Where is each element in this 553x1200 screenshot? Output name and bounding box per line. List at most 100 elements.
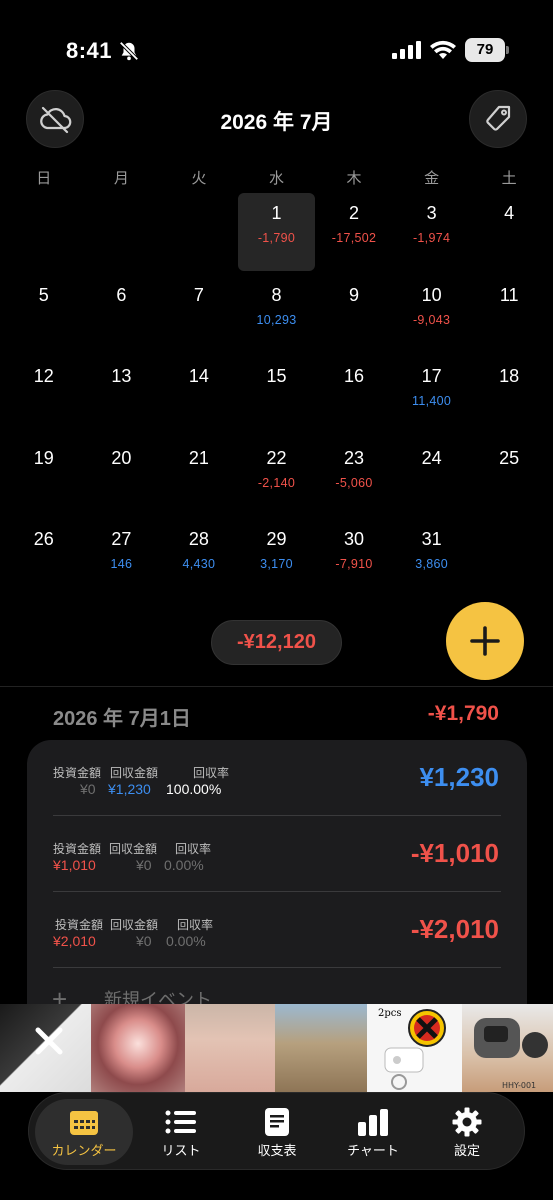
calendar-day-10[interactable]: 10 -9,043 xyxy=(393,274,471,356)
calendar-day-29[interactable]: 29 3,170 xyxy=(238,518,316,600)
ad-image-2[interactable] xyxy=(91,1004,185,1092)
calendar-day-7[interactable]: 7 xyxy=(160,274,238,356)
calendar-day-12[interactable]: 12 xyxy=(5,355,83,437)
calendar-day-1[interactable]: 1 -1,790 xyxy=(237,192,316,274)
calendar-day-20[interactable]: 20 xyxy=(83,437,161,519)
tab-statement[interactable]: 収支表 xyxy=(228,1099,326,1165)
calendar-day-14[interactable]: 14 xyxy=(160,355,238,437)
add-record-button[interactable] xyxy=(446,602,524,680)
day-amount: 3,860 xyxy=(415,557,448,571)
document-icon xyxy=(265,1108,289,1136)
day-amount: -17,502 xyxy=(331,231,377,245)
tab-settings-label: 設定 xyxy=(453,1143,480,1158)
calendar-empty-cell xyxy=(83,192,161,274)
tab-list[interactable]: リスト xyxy=(132,1099,230,1165)
tag-button[interactable] xyxy=(469,90,527,148)
invest-label: 投資金額 xyxy=(53,842,102,856)
calendar-day-3[interactable]: 3 -1,974 xyxy=(393,192,471,274)
calendar-icon xyxy=(70,1111,98,1135)
return-label: 回収金額 xyxy=(109,842,158,856)
ad-image-3[interactable] xyxy=(185,1004,275,1092)
ad-image-6[interactable]: HHY-001 xyxy=(462,1004,553,1092)
day-amount: 3,170 xyxy=(260,557,293,571)
calendar-day-4[interactable]: 4 xyxy=(470,192,548,274)
calendar-day-19[interactable]: 19 xyxy=(5,437,83,519)
record-row[interactable]: 投資金額 回収金額 回収率 ¥1,010 ¥0 0.00% -¥1,010 xyxy=(27,816,527,892)
weekday-wed: 水 xyxy=(268,170,284,187)
day-number: 28 xyxy=(188,529,209,549)
day-number: 21 xyxy=(188,447,209,468)
tab-list-label: リスト xyxy=(161,1143,201,1158)
day-number: 22 xyxy=(266,447,287,468)
day-number: 4 xyxy=(504,203,515,223)
calendar-day-21[interactable]: 21 xyxy=(160,437,238,519)
ad-caption: 2pcs xyxy=(378,1008,402,1019)
return-value: ¥0 xyxy=(136,933,152,949)
calendar-day-9[interactable]: 9 xyxy=(315,274,393,356)
calendar-day-18[interactable]: 18 xyxy=(470,355,548,437)
month-total-badge: -¥12,120 xyxy=(211,620,342,665)
return-value: ¥1,230 xyxy=(108,781,151,797)
day-number: 12 xyxy=(33,366,54,386)
day-number: 27 xyxy=(111,529,132,549)
calendar-day-13[interactable]: 13 xyxy=(83,355,161,437)
day-number: 24 xyxy=(421,447,442,468)
day-number: 26 xyxy=(33,529,54,549)
calendar-week-row: 26 27 146 28 4,430 29 3,170 30 -7,910 31 3,860 xyxy=(5,518,548,600)
invest-value: ¥2,010 xyxy=(53,933,96,949)
record-amount: -¥1,010 xyxy=(410,838,499,868)
calendar-week-row: 5 6 7 8 10,293 9 10 -9,043 11 xyxy=(5,274,548,356)
calendar-day-5[interactable]: 5 xyxy=(5,274,83,356)
tab-chart[interactable]: チャート xyxy=(324,1099,422,1165)
record-row[interactable]: 投資金額 回収金額 回収率 ¥2,010 ¥0 0.00% -¥2,010 xyxy=(27,892,527,968)
rate-label: 回収率 xyxy=(175,842,212,856)
selected-date-title: 2026 年 7月1日 xyxy=(53,708,191,730)
wifi-icon xyxy=(430,40,456,59)
calendar-day-6[interactable]: 6 xyxy=(83,274,161,356)
day-amount: -7,910 xyxy=(335,557,373,571)
gear-icon xyxy=(452,1107,482,1137)
ad-banner[interactable]: HHY-001 xyxy=(0,1004,553,1092)
calendar-day-28[interactable]: 28 4,430 xyxy=(160,518,238,600)
plus-icon xyxy=(470,626,500,656)
calendar-day-26[interactable]: 26 xyxy=(5,518,83,600)
calendar-day-2[interactable]: 2 -17,502 xyxy=(315,192,393,274)
tab-chart-label: チャート xyxy=(347,1143,399,1158)
calendar-week-row: 1 -1,790 2 -17,502 3 -1,974 4 xyxy=(5,192,548,274)
weekday-mon: 月 xyxy=(113,170,129,187)
calendar-day-15[interactable]: 15 xyxy=(238,355,316,437)
day-amount: 146 xyxy=(110,557,133,571)
day-number: 29 xyxy=(266,529,287,549)
calendar-day-30[interactable]: 30 -7,910 xyxy=(315,518,393,600)
calendar-week-row: 19 20 21 22 -2,140 23 -5,060 24 25 xyxy=(5,437,548,519)
rate-value: 0.00% xyxy=(164,857,204,873)
calendar-day-27[interactable]: 27 146 xyxy=(83,518,161,600)
record-amount: ¥1,230 xyxy=(419,762,499,792)
day-amount: -9,043 xyxy=(412,312,451,327)
calendar-day-11[interactable]: 11 xyxy=(470,274,548,356)
calendar-day-8[interactable]: 8 10,293 xyxy=(238,274,316,356)
calendar-day-22[interactable]: 22 -2,140 xyxy=(238,437,316,519)
day-number: 17 xyxy=(421,366,442,386)
calendar-day-25[interactable]: 25 xyxy=(470,437,548,519)
calendar-day-17[interactable]: 17 11,400 xyxy=(393,355,471,437)
day-amount: 4,430 xyxy=(182,557,216,571)
record-row[interactable]: 投資金額 回収金額 回収率 ¥0 ¥1,230 100.00% ¥1,230 xyxy=(27,740,527,816)
day-number: 30 xyxy=(344,529,365,549)
calendar-day-23[interactable]: 23 -5,060 xyxy=(315,437,393,519)
tab-calendar[interactable]: カレンダー xyxy=(35,1099,133,1165)
battery-indicator: 79 xyxy=(465,38,509,62)
tab-settings[interactable]: 設定 xyxy=(418,1099,516,1165)
status-time: 8:41 xyxy=(66,38,113,63)
day-amount: -2,140 xyxy=(257,475,296,490)
calendar-empty-cell xyxy=(5,192,83,274)
ankle-device-icon: HHY-001 xyxy=(474,1018,548,1090)
calendar-day-31[interactable]: 31 3,860 xyxy=(393,518,471,600)
day-number: 8 xyxy=(271,284,282,305)
day-number: 31 xyxy=(421,529,442,549)
weekday-thu: 木 xyxy=(346,170,362,187)
calendar-day-16[interactable]: 16 xyxy=(315,355,393,437)
calendar-day-24[interactable]: 24 xyxy=(393,437,471,519)
ad-close-button[interactable] xyxy=(22,1014,76,1068)
ad-image-4[interactable] xyxy=(275,1004,367,1092)
